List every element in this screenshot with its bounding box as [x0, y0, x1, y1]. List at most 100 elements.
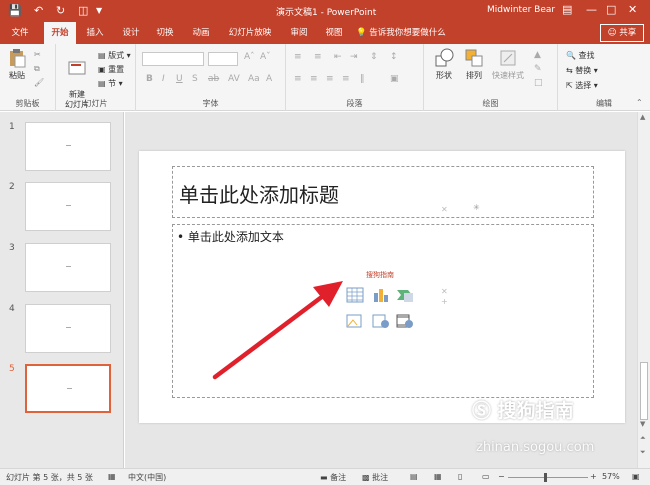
slide-thumbnail-2[interactable] — [25, 182, 111, 231]
title-placeholder[interactable]: 单击此处添加标题 — [172, 166, 594, 218]
slide-thumbnail-5[interactable] — [25, 364, 111, 413]
slide-thumbnail-1[interactable] — [25, 122, 111, 171]
tab-home[interactable]: 开始 — [44, 22, 76, 44]
content-add-icon[interactable]: + — [441, 297, 448, 306]
shape-outline-icon[interactable]: ✎ — [534, 64, 542, 74]
slide-sorter-icon[interactable]: ▦ — [434, 472, 442, 481]
align-center-icon[interactable]: ≡ — [310, 74, 318, 84]
vertical-scrollbar[interactable]: ▲ ▼ ⏶ ⏷ — [637, 112, 650, 468]
customize-quick-access-icon[interactable]: ▼ — [96, 6, 102, 15]
tab-file[interactable]: 文件 — [4, 22, 36, 44]
font-color-icon[interactable]: A — [266, 74, 272, 84]
bold-icon[interactable]: B — [146, 74, 153, 84]
align-left-icon[interactable]: ≡ — [294, 74, 302, 84]
select-button[interactable]: ⇱ 选择 ▾ — [566, 80, 598, 91]
group-label-font: 字体 — [202, 99, 219, 108]
increase-indent-icon[interactable]: ⇥ — [350, 52, 358, 62]
fit-to-window-icon[interactable]: ▣ — [632, 472, 640, 481]
scroll-up-icon[interactable]: ▲ — [640, 113, 645, 121]
paste-button[interactable]: 粘贴 — [6, 48, 28, 81]
language-text[interactable]: 中文(中国) — [128, 472, 166, 483]
account-name[interactable]: Midwinter Bear — [487, 5, 555, 15]
insert-video-icon[interactable] — [396, 313, 414, 329]
line-spacing-icon[interactable]: ⇕ — [370, 52, 378, 62]
slide-thumbnail-3[interactable] — [25, 243, 111, 292]
font-name-combo[interactable] — [142, 52, 204, 66]
tab-view[interactable]: 视图 — [318, 22, 350, 44]
char-spacing-icon[interactable]: AV — [228, 74, 240, 84]
comments-button[interactable]: ▩ 批注 — [362, 472, 388, 483]
tab-design[interactable]: 设计 — [116, 22, 146, 44]
section-button[interactable]: ▤ 节 ▾ — [98, 78, 123, 89]
start-from-beginning-icon[interactable]: ◫ — [78, 4, 88, 17]
minimize-icon[interactable]: — — [586, 3, 597, 16]
collapse-ribbon-icon[interactable]: ⌃ — [636, 98, 643, 107]
slide-thumbnail-4[interactable] — [25, 304, 111, 353]
insert-smartart-icon[interactable] — [396, 287, 414, 303]
spellcheck-icon[interactable]: ▦ — [108, 472, 116, 481]
tab-insert[interactable]: 插入 — [80, 22, 110, 44]
maximize-icon[interactable]: □ — [606, 3, 616, 16]
notes-button[interactable]: ▬ 备注 — [320, 472, 346, 483]
find-button[interactable]: 🔍 查找 — [566, 50, 595, 61]
shape-effects-icon[interactable]: □ — [534, 78, 543, 88]
tab-transitions[interactable]: 切换 — [150, 22, 180, 44]
scrollbar-thumb[interactable] — [640, 362, 648, 420]
decrease-indent-icon[interactable]: ⇤ — [334, 52, 342, 62]
zoom-out-icon[interactable]: − — [498, 472, 505, 481]
zoom-slider[interactable] — [508, 477, 588, 478]
share-button[interactable]: ☺ 共享 — [600, 24, 644, 42]
text-direction-icon[interactable]: ↕ — [390, 52, 398, 62]
smartart-icon[interactable]: ▣ — [390, 74, 399, 84]
placeholder-close-icon[interactable]: ✕ — [441, 205, 448, 214]
font-size-combo[interactable] — [208, 52, 238, 66]
previous-slide-icon[interactable]: ⏶ — [640, 434, 646, 443]
insert-online-picture-icon[interactable] — [372, 313, 390, 329]
slideshow-view-icon[interactable]: ▭ — [482, 472, 490, 481]
columns-icon[interactable]: ‖ — [360, 74, 365, 84]
zoom-level[interactable]: 57% — [602, 472, 620, 481]
decrease-font-size-icon[interactable]: Aˇ — [260, 52, 271, 62]
increase-font-size-icon[interactable]: Aˆ — [244, 52, 255, 62]
change-case-icon[interactable]: Aa — [248, 74, 260, 84]
shadow-icon[interactable]: S — [192, 74, 198, 84]
scroll-down-icon[interactable]: ▼ — [640, 420, 645, 428]
reading-view-icon[interactable]: ▯ — [458, 472, 462, 481]
bullets-icon[interactable]: ≡ — [294, 52, 302, 62]
tab-review[interactable]: 审阅 — [284, 22, 314, 44]
zoom-slider-handle[interactable] — [544, 473, 547, 482]
numbering-icon[interactable]: ≡ — [314, 52, 322, 62]
format-painter-icon[interactable]: 🖌 — [34, 78, 44, 87]
undo-icon[interactable]: ↶ — [34, 4, 43, 17]
normal-view-icon[interactable]: ▤ — [410, 472, 418, 481]
save-icon[interactable]: 💾 — [8, 4, 22, 17]
quick-styles-button[interactable]: 快速样式 — [488, 48, 528, 81]
strikethrough-icon[interactable]: ab — [208, 74, 219, 84]
ribbon-display-options-icon[interactable]: ▤ — [562, 3, 572, 16]
next-slide-icon[interactable]: ⏷ — [640, 448, 646, 457]
copy-icon[interactable]: ⧉ — [34, 64, 40, 74]
close-icon[interactable]: ✕ — [628, 3, 637, 16]
tab-slideshow[interactable]: 幻灯片放映 — [224, 22, 276, 44]
ribbon: 粘贴 ✂ ⧉ 🖌 剪贴板 新建 幻灯片 ▤ 版式 ▾ ▣ 重置 ▤ 节 ▾ 幻灯… — [0, 44, 650, 111]
cut-icon[interactable]: ✂ — [34, 50, 41, 59]
italic-icon[interactable]: I — [162, 74, 165, 84]
justify-icon[interactable]: ≡ — [342, 74, 350, 84]
redo-icon[interactable]: ↻ — [56, 4, 65, 17]
underline-icon[interactable]: U — [176, 74, 183, 84]
insert-chart-icon[interactable] — [372, 287, 390, 303]
group-label-clipboard: 剪贴板 — [15, 99, 40, 108]
zoom-in-icon[interactable]: + — [590, 472, 597, 481]
replace-button[interactable]: ⇆ 替换 ▾ — [566, 65, 598, 76]
layout-button[interactable]: ▤ 版式 ▾ — [98, 50, 131, 61]
tab-animations[interactable]: 动画 — [186, 22, 216, 44]
arrange-icon — [465, 49, 483, 67]
tell-me-search[interactable]: 💡 告诉我你想要做什么 — [356, 22, 468, 44]
search-icon: 🔍 — [566, 51, 576, 60]
shape-fill-icon[interactable]: ▲ — [534, 50, 541, 60]
arrange-button[interactable]: 排列 — [460, 48, 488, 81]
shapes-button[interactable]: 形状 — [430, 48, 458, 81]
reset-button[interactable]: ▣ 重置 — [98, 64, 124, 75]
content-close-icon[interactable]: ✕ — [441, 287, 448, 296]
align-right-icon[interactable]: ≡ — [326, 74, 334, 84]
